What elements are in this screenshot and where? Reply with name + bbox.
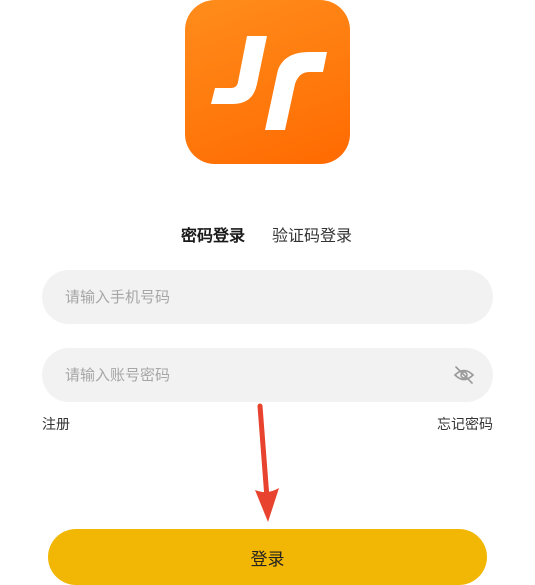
phone-input[interactable] <box>65 270 445 324</box>
phone-field-container <box>42 270 493 324</box>
login-screen: 密码登录 验证码登录 注册 忘记密码 登录 <box>0 0 535 585</box>
forgot-password-link[interactable]: 忘记密码 <box>437 415 493 435</box>
app-logo-glyph <box>211 36 327 130</box>
login-button[interactable]: 登录 <box>48 529 487 585</box>
app-logo <box>185 0 350 164</box>
login-mode-tabs: 密码登录 验证码登录 <box>0 223 535 249</box>
annotation-arrow <box>250 402 284 524</box>
tab-password-login[interactable]: 密码登录 <box>181 223 245 249</box>
tab-code-login[interactable]: 验证码登录 <box>272 223 352 249</box>
eye-slash-icon[interactable] <box>453 365 475 385</box>
password-field-container <box>42 348 493 402</box>
register-link[interactable]: 注册 <box>42 415 70 435</box>
password-input[interactable] <box>65 348 445 402</box>
